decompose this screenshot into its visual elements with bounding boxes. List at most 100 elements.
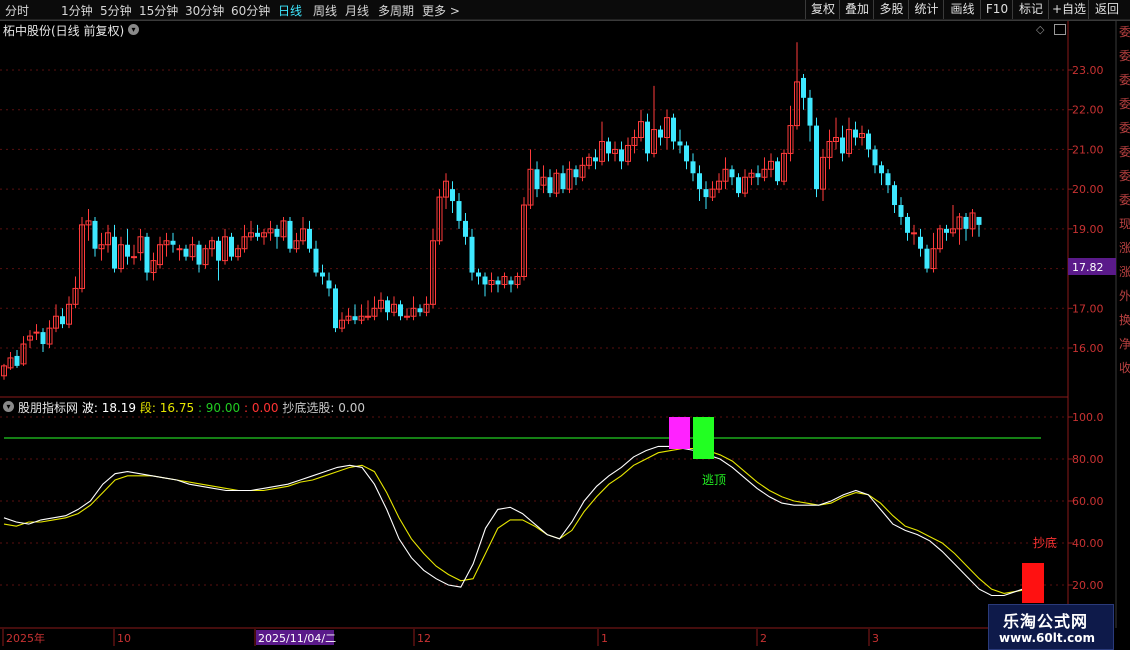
candle-body-down bbox=[703, 189, 709, 198]
more-periods-tab[interactable]: 更多 > bbox=[422, 2, 460, 19]
candle-body-up bbox=[235, 248, 241, 258]
candle-body-up bbox=[826, 140, 833, 158]
candle-body-up bbox=[163, 240, 170, 246]
side-panel-label: 委 bbox=[1119, 145, 1130, 159]
candle-body-down bbox=[469, 236, 475, 273]
bottom-signal-block bbox=[1022, 563, 1044, 603]
date-axis-label: 10 bbox=[117, 632, 131, 645]
candle-body-up bbox=[27, 335, 33, 341]
candle-body-down bbox=[976, 216, 982, 225]
candle-body-up bbox=[105, 232, 111, 246]
candle-body-down bbox=[840, 137, 845, 154]
period-tab[interactable]: 周线 bbox=[313, 2, 337, 19]
candle-body-down bbox=[385, 300, 390, 313]
screen-value: 抄底选股: 0.00 bbox=[282, 401, 365, 415]
candle-body-up bbox=[391, 303, 397, 313]
chevron-down-icon[interactable]: ▾ bbox=[3, 401, 14, 412]
period-tab-daily[interactable]: 日线 bbox=[278, 2, 302, 19]
period-tab[interactable]: 多周期 bbox=[378, 2, 414, 19]
candle-body-up bbox=[540, 176, 547, 186]
draw-line-button[interactable]: 画线 bbox=[943, 0, 981, 19]
candle-body-down bbox=[307, 228, 312, 249]
period-tab[interactable]: 1分钟 bbox=[61, 2, 93, 19]
chevron-down-icon[interactable]: ▾ bbox=[128, 24, 139, 35]
candle-body-down bbox=[495, 280, 501, 285]
candle-body-up bbox=[98, 244, 105, 250]
candle-body-up bbox=[722, 168, 729, 182]
candle-body-down bbox=[606, 141, 611, 154]
f10-button[interactable]: F10 bbox=[980, 0, 1013, 19]
candle-body-down bbox=[898, 205, 904, 217]
period-tab[interactable]: 分时 bbox=[5, 2, 29, 19]
candle-body-up bbox=[631, 137, 638, 146]
candle-body-up bbox=[833, 137, 839, 142]
date-axis-label: 2025年 bbox=[6, 631, 45, 645]
side-panel-label: 委 bbox=[1119, 25, 1130, 39]
candle-body-down bbox=[92, 220, 98, 249]
period-tab[interactable]: 5分钟 bbox=[100, 2, 132, 19]
candle-body-up bbox=[118, 244, 124, 270]
overlay-button[interactable]: 叠加 bbox=[839, 0, 874, 19]
candle-body-up bbox=[371, 307, 378, 317]
candle-body-down bbox=[697, 173, 702, 190]
candle-body-down bbox=[183, 248, 189, 257]
side-panel-label: 委 bbox=[1119, 193, 1130, 207]
candle-body-up bbox=[521, 204, 527, 278]
price-axis-label: 21.00 bbox=[1072, 143, 1104, 156]
bottom-signal-label: 抄底 bbox=[1033, 535, 1057, 550]
candle-body-down bbox=[144, 236, 150, 273]
candle-body-up bbox=[261, 232, 267, 238]
candle-body-down bbox=[352, 316, 358, 321]
add-watchlist-button[interactable]: +自选 bbox=[1048, 0, 1089, 19]
candle-body-down bbox=[229, 236, 234, 257]
candle-body-up bbox=[956, 216, 963, 230]
candle-body-up bbox=[241, 236, 248, 250]
candle-body-up bbox=[157, 244, 163, 266]
watermark-name: 乐淘公式网 bbox=[1003, 612, 1089, 631]
candle-body-up bbox=[1, 365, 7, 377]
candle-body-down bbox=[125, 244, 130, 257]
candle-body-up bbox=[365, 315, 371, 318]
diamond-icon[interactable]: ◇ bbox=[1036, 23, 1044, 36]
candle-body-down bbox=[547, 177, 553, 194]
candle-body-up bbox=[651, 129, 657, 154]
chart-area: 逃顶抄底 23.00 22.00 21.00 20.00 19.00 17.00 16.00… bbox=[0, 19, 1130, 646]
candle-body-up bbox=[280, 220, 287, 238]
candle-body-up bbox=[488, 279, 495, 285]
mark-button[interactable]: 标记 bbox=[1012, 0, 1049, 19]
candle-body-down bbox=[326, 280, 332, 289]
period-tab[interactable]: 60分钟 bbox=[231, 2, 270, 19]
candle-body-up bbox=[781, 152, 787, 182]
candle-body-up bbox=[189, 244, 196, 258]
side-panel-label: 现 bbox=[1119, 217, 1130, 231]
candle-body-down bbox=[892, 185, 897, 206]
candle-body-down bbox=[287, 220, 293, 249]
price-axis-label: 17.00 bbox=[1072, 302, 1104, 315]
candle-body-down bbox=[320, 272, 325, 277]
stats-button[interactable]: 统计 bbox=[908, 0, 944, 19]
candle-body-down bbox=[450, 189, 455, 202]
candle-body-down bbox=[313, 248, 319, 273]
period-tab[interactable]: 月线 bbox=[345, 2, 369, 19]
multi-stock-button[interactable]: 多股 bbox=[873, 0, 909, 19]
period-tab[interactable]: 30分钟 bbox=[185, 2, 224, 19]
candle-body-up bbox=[358, 315, 365, 321]
candle-body-down bbox=[573, 169, 579, 178]
adjust-button[interactable]: 复权 bbox=[805, 0, 840, 19]
candle-body-down bbox=[398, 304, 403, 317]
candle-body-down bbox=[40, 332, 46, 345]
indicator-axis-label: 20.00 bbox=[1072, 579, 1104, 592]
candle-body-up bbox=[709, 188, 716, 198]
candle-body-up bbox=[859, 133, 865, 139]
candle-body-up bbox=[768, 160, 774, 170]
candle-body-up bbox=[553, 172, 560, 194]
back-button[interactable]: 返回 bbox=[1088, 0, 1125, 19]
candle-body-up bbox=[911, 232, 917, 235]
period-tab[interactable]: 15分钟 bbox=[139, 2, 178, 19]
candle-body-down bbox=[905, 216, 910, 233]
candle-body-up bbox=[846, 129, 852, 154]
candle-body-up bbox=[599, 140, 605, 162]
candle-body-down bbox=[463, 220, 468, 237]
window-icon[interactable] bbox=[1054, 24, 1066, 35]
candle-body-up bbox=[612, 148, 618, 154]
